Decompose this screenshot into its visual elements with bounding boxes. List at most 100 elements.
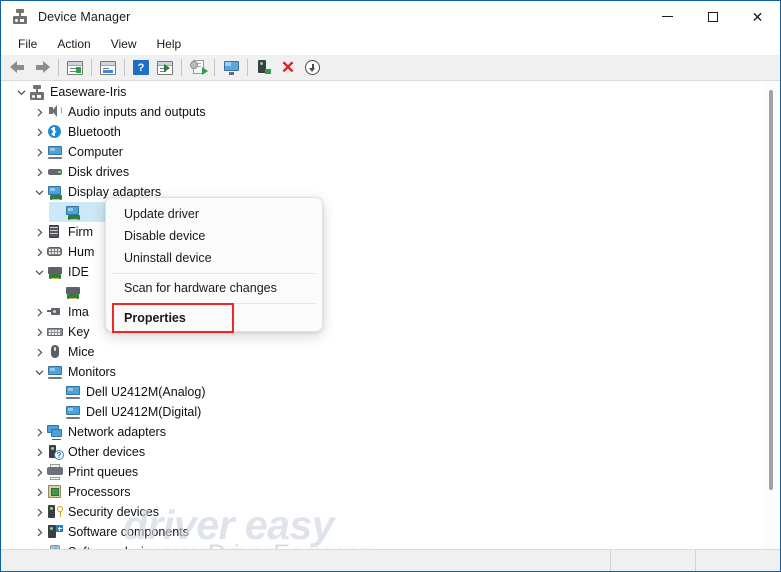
chevron-down-icon[interactable]	[13, 84, 29, 100]
chevron-right-icon[interactable]	[31, 484, 47, 500]
menu-help[interactable]: Help	[147, 35, 192, 53]
tree-item-network-adapters[interactable]: Network adapters	[1, 422, 761, 442]
tree-item-label: Print queues	[68, 462, 138, 482]
chevron-right-icon[interactable]	[31, 324, 47, 340]
monitor-device-icon	[65, 404, 81, 420]
tree-item-security-devices[interactable]: Security devices	[1, 502, 761, 522]
toolbar-separator	[124, 59, 125, 76]
security-device-icon	[47, 504, 63, 520]
other-device-icon: ?	[47, 444, 63, 460]
tree-item-label: Mice	[68, 342, 94, 362]
tree-item-label: Ima	[68, 302, 89, 322]
tree-item-print-queues[interactable]: Print queues	[1, 462, 761, 482]
scrollbar-thumb[interactable]	[769, 90, 773, 490]
disable-device-icon[interactable]	[300, 57, 324, 79]
monitor-icon	[47, 364, 63, 380]
tree-item-audio[interactable]: Audio inputs and outputs	[1, 102, 761, 122]
tree-item-computer[interactable]: Computer	[1, 142, 761, 162]
imaging-device-icon	[47, 304, 63, 320]
menu-bar: File Action View Help	[1, 33, 780, 55]
tree-item-label: Disk drives	[68, 162, 129, 182]
keyboard-icon	[47, 324, 63, 340]
context-menu-item-disable-device[interactable]: Disable device	[106, 225, 322, 247]
minimize-button[interactable]	[645, 1, 690, 32]
mouse-icon	[47, 344, 63, 360]
chevron-down-icon[interactable]	[31, 264, 47, 280]
printer-icon	[47, 464, 63, 480]
update-driver-icon[interactable]	[186, 57, 210, 79]
chevron-right-icon[interactable]	[31, 344, 47, 360]
tree-root-row[interactable]: Easeware-Iris	[1, 82, 761, 102]
properties-icon[interactable]	[96, 57, 120, 79]
tree-item-monitor-digital[interactable]: Dell U2412M(Digital)	[1, 402, 761, 422]
tree-item-label: Other devices	[68, 442, 145, 462]
chevron-right-icon[interactable]	[31, 104, 47, 120]
chevron-right-icon[interactable]	[31, 424, 47, 440]
maximize-button[interactable]	[690, 1, 735, 32]
network-adapter-icon	[47, 424, 63, 440]
display-adapter-icon	[47, 184, 63, 200]
tree-item-software-devices[interactable]: Software devices	[1, 542, 761, 549]
chevron-right-icon[interactable]	[31, 524, 47, 540]
help-glyph: ?	[133, 60, 149, 75]
chevron-right-icon[interactable]	[31, 304, 47, 320]
display-devices-icon[interactable]	[219, 57, 243, 79]
tree-item-label: Bluetooth	[68, 122, 121, 142]
close-button[interactable]: ✕	[735, 1, 780, 32]
tree-item-monitors[interactable]: Monitors	[1, 362, 761, 382]
tree-item-label: Processors	[68, 482, 131, 502]
window-controls: ✕	[645, 1, 780, 32]
software-device-icon	[47, 544, 63, 549]
context-menu-item-uninstall-device[interactable]: Uninstall device	[106, 247, 322, 269]
chevron-right-icon[interactable]	[31, 464, 47, 480]
speaker-icon	[47, 104, 63, 120]
menu-file[interactable]: File	[8, 35, 47, 53]
tree-item-label: Key	[68, 322, 90, 342]
show-hidden-devices-icon[interactable]	[63, 57, 87, 79]
help-icon[interactable]: ?	[129, 57, 153, 79]
tree-item-software-components[interactable]: Software components	[1, 522, 761, 542]
hid-icon	[47, 244, 63, 260]
tree-item-mice[interactable]: Mice	[1, 342, 761, 362]
tree-item-label: Software components	[68, 522, 189, 542]
context-menu: Update driver Disable device Uninstall d…	[105, 197, 323, 332]
chevron-down-icon[interactable]	[31, 184, 47, 200]
bluetooth-icon	[47, 124, 63, 140]
context-menu-item-properties[interactable]: Properties	[106, 307, 322, 329]
tree-item-processors[interactable]: Processors	[1, 482, 761, 502]
tree-item-bluetooth[interactable]: Bluetooth	[1, 122, 761, 142]
ide-controller-icon	[47, 264, 63, 280]
status-bar-cell	[695, 550, 780, 571]
tree-item-label: Firm	[68, 222, 93, 242]
uninstall-device-icon[interactable]: ✕	[276, 57, 300, 79]
forward-arrow-icon[interactable]	[30, 57, 54, 79]
chevron-right-icon[interactable]	[31, 124, 47, 140]
chevron-right-icon[interactable]	[31, 224, 47, 240]
menu-view[interactable]: View	[101, 35, 147, 53]
disk-drive-icon	[47, 164, 63, 180]
back-arrow-icon[interactable]	[6, 57, 30, 79]
chevron-right-icon[interactable]	[31, 444, 47, 460]
chevron-right-icon[interactable]	[31, 244, 47, 260]
ide-device-icon	[65, 284, 81, 300]
context-menu-item-update-driver[interactable]: Update driver	[106, 203, 322, 225]
tree-item-disk-drives[interactable]: Disk drives	[1, 162, 761, 182]
monitor-device-icon	[65, 384, 81, 400]
install-legacy-hardware-icon[interactable]	[252, 57, 276, 79]
toolbar-separator	[214, 59, 215, 76]
tree-item-other-devices[interactable]: ? Other devices	[1, 442, 761, 462]
scan-play-icon[interactable]	[153, 57, 177, 79]
context-menu-separator	[112, 273, 316, 274]
display-adapter-device-icon	[65, 204, 81, 220]
context-menu-item-scan-hardware-changes[interactable]: Scan for hardware changes	[106, 277, 322, 299]
chevron-right-icon[interactable]	[31, 144, 47, 160]
vertical-scrollbar[interactable]	[763, 82, 779, 549]
tree-item-monitor-analog[interactable]: Dell U2412M(Analog)	[1, 382, 761, 402]
chevron-right-icon[interactable]	[31, 504, 47, 520]
device-manager-window: Device Manager ✕ File Action View Help ?	[0, 0, 781, 572]
context-menu-separator	[112, 303, 316, 304]
chevron-down-icon[interactable]	[31, 364, 47, 380]
chevron-right-icon[interactable]	[31, 544, 47, 549]
chevron-right-icon[interactable]	[31, 164, 47, 180]
menu-action[interactable]: Action	[47, 35, 100, 53]
